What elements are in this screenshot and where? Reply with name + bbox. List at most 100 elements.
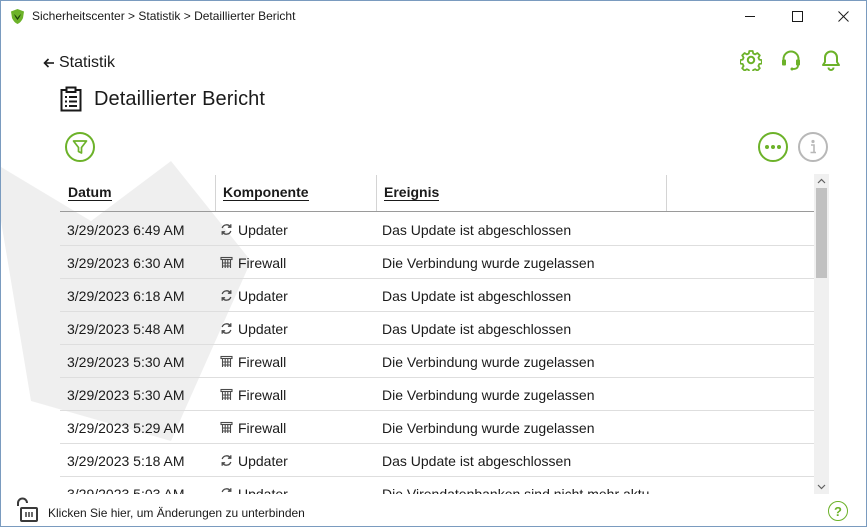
cell-date: 3/29/2023 5:48 AM	[67, 320, 185, 337]
component-label: Updater	[238, 485, 288, 495]
filter-button[interactable]	[65, 132, 95, 162]
more-options-button[interactable]	[758, 132, 788, 162]
cell-event: Die Verbindung wurde zugelassen	[382, 353, 595, 370]
component-label: Firewall	[238, 386, 287, 403]
settings-button[interactable]	[739, 48, 763, 72]
vertical-scrollbar[interactable]	[814, 174, 829, 494]
cell-event: Das Update ist abgeschlossen	[382, 287, 572, 304]
page-title: Detaillierter Bericht	[94, 87, 266, 110]
more-dots-icon	[765, 145, 781, 149]
cell-component: Updater	[220, 279, 288, 312]
update-icon	[220, 487, 233, 494]
cell-event: Die Verbindung wurde zugelassen	[382, 254, 595, 271]
filter-icon	[72, 140, 88, 154]
scrollbar-thumb[interactable]	[816, 188, 827, 278]
settings-icon	[740, 50, 762, 71]
cell-component: Updater	[220, 213, 288, 246]
firewall-icon	[220, 256, 233, 269]
minimize-icon	[744, 16, 755, 17]
cell-component: Firewall	[220, 345, 286, 378]
component-label: Updater	[238, 452, 288, 469]
footer-bar: Klicken Sie hier, um Änderungen zu unter…	[1, 497, 866, 526]
support-button[interactable]	[779, 48, 803, 72]
support-icon	[782, 50, 800, 71]
info-icon	[810, 139, 816, 154]
cell-event: Das Update ist abgeschlossen	[382, 452, 572, 469]
minimize-button[interactable]	[727, 1, 773, 32]
app-window: Sicherheitscenter > Statistik > Detailli…	[0, 0, 867, 527]
cell-date: 3/29/2023 5:30 AM	[67, 386, 185, 403]
cell-date: 3/29/2023 5:29 AM	[67, 419, 185, 436]
component-label: Firewall	[238, 353, 287, 370]
table-row[interactable]: 3/29/2023 6:18 AM Updater Das Update ist a…	[60, 279, 814, 312]
table-row[interactable]: 3/29/2023 5:30 AM Firewall Die Verbindung …	[60, 378, 814, 411]
back-link[interactable]: Statistik	[43, 54, 115, 72]
table-row[interactable]: 3/29/2023 5:29 AM Firewall Die Verbindung …	[60, 411, 814, 444]
cell-component: Firewall	[220, 246, 286, 279]
cell-date: 3/29/2023 5:30 AM	[67, 353, 185, 370]
cell-date: 3/29/2023 5:18 AM	[67, 452, 185, 469]
cell-component: Firewall	[220, 411, 286, 444]
update-icon	[220, 223, 233, 236]
column-header-event[interactable]: Ereignis	[384, 174, 440, 212]
app-logo-icon	[11, 9, 24, 24]
column-header-date[interactable]: Datum	[68, 174, 112, 212]
info-button[interactable]	[798, 132, 828, 162]
cell-event: Die Verbindung wurde zugelassen	[382, 419, 595, 436]
component-label: Updater	[238, 320, 288, 337]
maximize-icon	[791, 11, 803, 22]
close-icon	[837, 11, 849, 22]
firewall-icon	[220, 388, 233, 401]
table-row[interactable]: 3/29/2023 6:30 AM Firewall Die Verbindung …	[60, 246, 814, 279]
notifications-icon	[822, 50, 840, 71]
firewall-icon	[220, 421, 233, 434]
table-row[interactable]: 3/29/2023 5:30 AM Firewall Die Verbindung …	[60, 345, 814, 378]
update-icon	[220, 454, 233, 467]
chevron-down-icon	[817, 484, 826, 490]
title-bar[interactable]: Sicherheitscenter > Statistik > Detailli…	[1, 1, 866, 32]
cell-event: Die Verbindung wurde zugelassen	[382, 386, 595, 403]
component-label: Updater	[238, 221, 288, 238]
help-button[interactable]: ?	[828, 501, 848, 521]
cell-event: Das Update ist abgeschlossen	[382, 221, 572, 238]
cell-event: Die Virendatenbanken sind nicht mehr akt…	[382, 485, 650, 495]
window-title: Sicherheitscenter > Statistik > Detailli…	[32, 9, 296, 23]
update-icon	[220, 289, 233, 302]
column-divider[interactable]	[376, 175, 377, 211]
column-divider[interactable]	[215, 175, 216, 211]
page-header: Detaillierter Bericht	[60, 86, 265, 112]
arrow-left-icon	[43, 58, 54, 68]
cell-date: 3/29/2023 6:18 AM	[67, 287, 185, 304]
cell-component: Updater	[220, 477, 288, 494]
report-table: Datum Komponente Ereignis 3/29/2023 6:49…	[60, 174, 829, 494]
close-button[interactable]	[820, 1, 866, 32]
table-body: 3/29/2023 6:49 AM Updater Das Update ist a…	[60, 213, 814, 494]
scroll-down-button[interactable]	[814, 480, 829, 494]
table-header: Datum Komponente Ereignis	[60, 174, 814, 212]
component-label: Updater	[238, 287, 288, 304]
cell-component: Updater	[220, 312, 288, 345]
table-row[interactable]: 3/29/2023 5:03 AM Updater Die Virendatenba…	[60, 477, 814, 495]
back-label: Statistik	[59, 54, 116, 71]
update-icon	[220, 322, 233, 335]
firewall-icon	[220, 355, 233, 368]
clipboard-report-icon	[60, 86, 82, 112]
component-label: Firewall	[238, 419, 287, 436]
table-row[interactable]: 3/29/2023 5:48 AM Updater Das Update ist a…	[60, 312, 814, 345]
cell-component: Updater	[220, 444, 288, 477]
column-header-component[interactable]: Komponente	[223, 174, 309, 212]
lock-changes-link[interactable]: Klicken Sie hier, um Änderungen zu unter…	[48, 506, 305, 520]
cell-date: 3/29/2023 6:30 AM	[67, 254, 185, 271]
unlock-icon[interactable]	[15, 497, 39, 523]
table-row[interactable]: 3/29/2023 5:18 AM Updater Das Update ist a…	[60, 444, 814, 477]
cell-date: 3/29/2023 5:03 AM	[67, 485, 185, 495]
column-divider[interactable]	[666, 175, 667, 211]
cell-date: 3/29/2023 6:49 AM	[67, 221, 185, 238]
notifications-button[interactable]	[819, 48, 843, 72]
cell-component: Firewall	[220, 378, 286, 411]
cell-event: Das Update ist abgeschlossen	[382, 320, 572, 337]
maximize-button[interactable]	[774, 1, 820, 32]
scroll-up-button[interactable]	[814, 174, 829, 188]
table-row[interactable]: 3/29/2023 6:49 AM Updater Das Update ist a…	[60, 213, 814, 246]
component-label: Firewall	[238, 254, 287, 271]
